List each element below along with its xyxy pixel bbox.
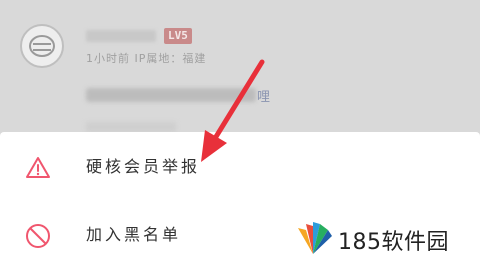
avatar: [20, 24, 64, 68]
add-to-blacklist-label: 加入黑名单: [86, 225, 182, 244]
watermark: 185软件园: [282, 212, 480, 262]
watermark-text: 185软件园: [338, 230, 449, 255]
report-member-option[interactable]: 硬核会员举报: [0, 136, 480, 198]
report-member-label: 硬核会员举报: [86, 157, 201, 176]
comment-actions-blurred: [86, 122, 176, 132]
level-badge: LV5: [164, 28, 192, 44]
comment-text-blurred: [86, 88, 256, 102]
comment-meta: 1小时前 IP属地：福建: [86, 52, 207, 65]
username-blurred: [86, 30, 156, 42]
warning-triangle-icon: [26, 157, 50, 178]
watermark-logo: [298, 222, 332, 254]
prohibited-icon: [26, 224, 50, 248]
comment-text-tail: 哩: [257, 90, 271, 105]
